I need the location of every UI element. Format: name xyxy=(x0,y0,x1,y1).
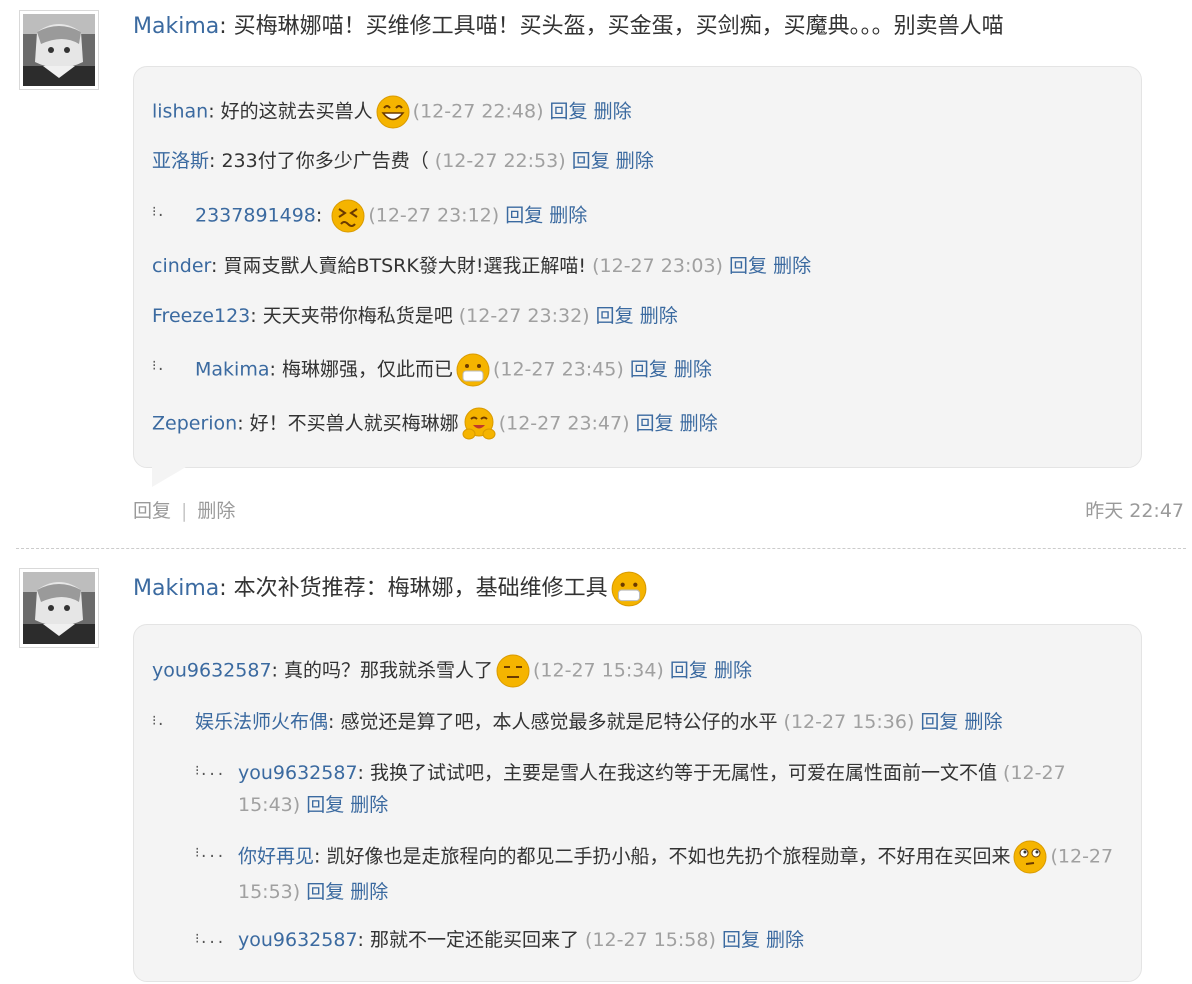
nested-reply-marker: ⁝. xyxy=(152,713,165,729)
delete-button[interactable]: 删除 xyxy=(714,660,752,682)
post-author[interactable]: Makima xyxy=(133,576,219,601)
delete-button[interactable]: 删除 xyxy=(674,359,712,381)
delete-button[interactable]: 删除 xyxy=(766,929,804,951)
delete-button[interactable]: 删除 xyxy=(680,413,718,435)
post-body: 本次补货推荐：梅琳娜，基础维修工具 xyxy=(233,576,608,601)
delete-button[interactable]: 删除 xyxy=(549,205,587,227)
reply-text: 233付了你多少广告费（ xyxy=(221,150,429,172)
reply-button[interactable]: 回复 xyxy=(572,150,610,172)
reply-time: (12-27 23:45) xyxy=(492,358,624,381)
reply-user[interactable]: Makima xyxy=(195,359,269,381)
reply-time: (12-27 15:36) xyxy=(783,711,915,733)
post-divider xyxy=(16,548,1186,549)
reply-item: lishan: 好的这就去买兽人 (12-27 22:48) 回复 删除 xyxy=(152,94,632,130)
reply-user[interactable]: cinder xyxy=(152,255,211,277)
reply-time: (12-27 23:12) xyxy=(368,204,500,227)
reply-text: 那就不一定还能买回来了 xyxy=(369,929,579,951)
avatar[interactable] xyxy=(19,568,99,648)
nested-reply-marker: ⁝. xyxy=(152,358,165,374)
post-actions: 回复 | 删除 xyxy=(133,500,236,522)
reply-button[interactable]: 回复 xyxy=(722,929,760,951)
mask-emoji-icon xyxy=(455,352,491,388)
box-tail xyxy=(152,467,186,487)
post-content: Makima: 本次补货推荐：梅琳娜，基础维修工具 xyxy=(133,570,650,608)
mask-emoji-icon xyxy=(610,570,648,608)
reply-button[interactable]: 回复 xyxy=(729,255,767,277)
reply-item: Freeze123: 天天夹带你梅私货是吧 (12-27 23:32) 回复 删… xyxy=(152,305,678,327)
reply-item: 亚洛斯: 233付了你多少广告费（ (12-27 22:53) 回复 删除 xyxy=(152,150,654,172)
reply-time: (12-27 15:34) xyxy=(533,659,664,682)
reply-item: you9632587: 真的吗？那我就杀雪人了 (12-27 15:34) 回复 … xyxy=(152,653,752,689)
delete-button[interactable]: 删除 xyxy=(773,255,811,277)
reply-text: 梅琳娜强，仅此而已 xyxy=(281,358,453,381)
reply-button[interactable]: 回复 xyxy=(550,101,588,123)
delete-button[interactable]: 删除 xyxy=(350,794,388,816)
reply-item: 2337891498: (12-27 23:12) 回复 删除 xyxy=(195,198,587,234)
nested-reply-marker: ⁝. xyxy=(152,204,165,220)
reply-item: cinder: 買兩支獸人賣給BTSRK發大財!選我正解喵! (12-27 23… xyxy=(152,255,812,277)
reply-button[interactable]: 回复 xyxy=(306,881,344,903)
reply-item: 娱乐法师火布偶: 感觉还是算了吧，本人感觉最多就是尼特公仔的水平 (12-27 … xyxy=(195,711,1003,733)
post-content: Makima: 买梅琳娜喵！买维修工具喵！买头盔，买金蛋，买剑痴，买魔典。。。别… xyxy=(133,14,1004,39)
reply-time: (12-27 23:47) xyxy=(498,412,630,435)
reply-text: 好！不买兽人就买梅琳娜 xyxy=(249,412,459,435)
reply-user[interactable]: 2337891498 xyxy=(195,205,316,227)
post-author[interactable]: Makima xyxy=(133,14,219,39)
reply-button[interactable]: 回复 xyxy=(920,711,958,733)
reply-user[interactable]: you9632587 xyxy=(238,929,358,951)
nested-reply-marker: ⁝... xyxy=(195,763,225,779)
meh-emoji-icon xyxy=(495,653,531,689)
post-time: 昨天 22:47 xyxy=(1085,500,1184,522)
reply-button[interactable]: 回复 xyxy=(630,359,668,381)
reply-text: 我换了试试吧，主要是雪人在我这约等于无属性，可爱在属性面前一文不值 xyxy=(369,762,997,784)
dizzy-emoji-icon xyxy=(330,198,366,234)
reply-user[interactable]: 你好再见 xyxy=(238,846,314,868)
reply-user[interactable]: 娱乐法师火布偶 xyxy=(195,711,328,733)
delete-button[interactable]: 删除 xyxy=(964,711,1002,733)
reply-user[interactable]: lishan xyxy=(152,101,208,123)
thinking-emoji-icon xyxy=(1012,839,1048,875)
delete-button[interactable]: 删除 xyxy=(616,150,654,172)
reply-item: you9632587: 我换了试试吧，主要是雪人在我这约等于无属性，可爱在属性面… xyxy=(238,762,1066,816)
reply-time: (12-27 22:48) xyxy=(412,100,544,123)
post-body: 买梅琳娜喵！买维修工具喵！买头盔，买金蛋，买剑痴，买魔典。。。别卖兽人喵 xyxy=(233,14,1004,39)
avatar-image xyxy=(23,572,95,644)
reply-item: Zeperion: 好！不买兽人就买梅琳娜 (12-27 23:47) 回复 删除 xyxy=(152,406,718,442)
grin-emoji-icon xyxy=(375,94,411,130)
delete-button[interactable]: 删除 xyxy=(350,881,388,903)
reply-time: (12-27 23:03) xyxy=(592,255,723,277)
reply-item: you9632587: 那就不一定还能买回来了 (12-27 15:58) 回复… xyxy=(238,929,805,951)
post-reply-button[interactable]: 回复 xyxy=(133,500,171,522)
reply-time: (12-27 22:53) xyxy=(434,150,566,172)
reply-user[interactable]: you9632587 xyxy=(238,762,358,784)
reply-user[interactable]: Freeze123 xyxy=(152,305,250,327)
reply-text: 真的吗？那我就杀雪人了 xyxy=(283,659,493,682)
hug-emoji-icon xyxy=(461,406,497,442)
reply-time: (12-27 23:32) xyxy=(458,305,590,327)
reply-item: Makima: 梅琳娜强，仅此而已 (12-27 23:45) 回复 删除 xyxy=(195,352,712,388)
reply-time: (12-27 15:58) xyxy=(585,929,716,951)
nested-reply-marker: ⁝... xyxy=(195,931,225,947)
reply-item: 你好再见: 凯好像也是走旅程向的都见二手扔小船，不如也先扔个旅程勋章，不好用在买… xyxy=(238,839,1138,909)
reply-text: 凯好像也是走旅程向的都见二手扔小船，不如也先扔个旅程勋章，不好用在买回来 xyxy=(326,845,1011,868)
nested-reply-marker: ⁝... xyxy=(195,845,225,861)
post-delete-button[interactable]: 删除 xyxy=(197,500,235,522)
reply-text: 好的这就去买兽人 xyxy=(220,100,373,123)
reply-button[interactable]: 回复 xyxy=(670,660,708,682)
delete-button[interactable]: 删除 xyxy=(640,305,678,327)
reply-text: 天天夹带你梅私货是吧 xyxy=(262,305,453,327)
reply-button[interactable]: 回复 xyxy=(306,794,344,816)
avatar[interactable] xyxy=(19,10,99,90)
reply-text: 買兩支獸人賣給BTSRK發大財!選我正解喵! xyxy=(223,255,587,277)
reply-user[interactable]: you9632587 xyxy=(152,660,272,682)
reply-button[interactable]: 回复 xyxy=(636,413,674,435)
reply-user[interactable]: Zeperion xyxy=(152,413,237,435)
reply-button[interactable]: 回复 xyxy=(505,205,543,227)
reply-text: 感觉还是算了吧，本人感觉最多就是尼特公仔的水平 xyxy=(340,711,778,733)
delete-button[interactable]: 删除 xyxy=(594,101,632,123)
reply-user[interactable]: 亚洛斯 xyxy=(152,150,209,172)
reply-button[interactable]: 回复 xyxy=(596,305,634,327)
avatar-image xyxy=(23,14,95,86)
